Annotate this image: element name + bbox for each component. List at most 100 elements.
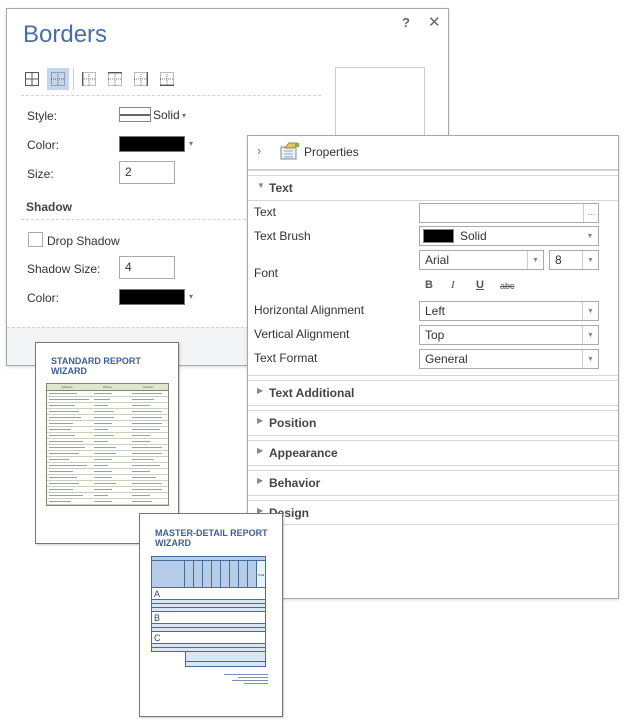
preset-separator — [73, 68, 74, 90]
bold-button[interactable]: B — [425, 279, 433, 291]
report-title-line: WIZARD — [51, 366, 87, 376]
category-label: Text — [269, 181, 293, 195]
color-label: Color: — [27, 138, 60, 152]
header-cell — [152, 561, 185, 587]
table-header: Total — [151, 560, 266, 588]
shadow-color-picker[interactable] — [119, 289, 185, 305]
shadow-color-dropdown-icon[interactable]: ▾ — [189, 292, 193, 301]
header-cell — [194, 561, 203, 587]
collapsed-arrow-icon: ▶ — [257, 416, 264, 425]
divider — [21, 219, 261, 220]
divider — [21, 95, 321, 96]
text-brush-select[interactable]: Solid ▼ — [419, 226, 599, 246]
dropdown-arrow-icon[interactable]: ▼ — [582, 227, 598, 245]
underline-button[interactable]: U — [476, 279, 484, 291]
header-cell — [248, 561, 257, 587]
shadow-size-label: Shadow Size: — [27, 262, 101, 276]
dropdown-arrow-icon[interactable]: ▼ — [582, 251, 598, 269]
master-detail-report-thumbnail[interactable]: MASTER-DETAIL REPORT WIZARD Total A B C — [139, 513, 283, 717]
color-picker[interactable] — [119, 136, 185, 152]
horizontal-alignment-select[interactable]: Left ▼ — [419, 301, 599, 321]
header-cell — [203, 561, 212, 587]
properties-header: › Properties — [248, 136, 618, 170]
bottom-border-button[interactable] — [156, 68, 178, 90]
total-header: Total — [257, 561, 265, 587]
font-size-value: 8 — [555, 253, 562, 267]
category-position[interactable]: ▶ Position — [248, 405, 618, 435]
drop-shadow-label[interactable]: Drop Shadow — [47, 234, 120, 248]
font-label: Font — [254, 266, 279, 280]
table-header: Address Phone Contact — [47, 384, 168, 391]
text-format-select[interactable]: General ▼ — [419, 349, 599, 369]
category-appearance[interactable]: ▶ Appearance — [248, 435, 618, 465]
dropdown-arrow-icon[interactable]: ▼ — [527, 251, 543, 269]
color-dropdown-icon[interactable]: ▾ — [189, 139, 193, 148]
font-size-select[interactable]: 8 ▼ — [549, 250, 599, 270]
category-label: Text Additional — [269, 386, 355, 400]
text-brush-value: Solid — [460, 229, 487, 243]
expand-icon[interactable]: › — [257, 143, 261, 158]
all-borders-button[interactable] — [21, 68, 43, 90]
font-name-value: Arial — [425, 253, 450, 267]
collapsed-arrow-icon: ▶ — [257, 476, 264, 485]
font-name-select[interactable]: Arial ▼ — [419, 250, 544, 270]
style-dropdown-icon[interactable]: ▾ — [182, 111, 186, 120]
properties-title: Properties — [304, 145, 359, 159]
vertical-alignment-select[interactable]: Top ▼ — [419, 325, 599, 345]
table-footer — [185, 652, 266, 662]
close-button[interactable]: ✕ — [428, 13, 441, 31]
column-header: Phone — [103, 385, 112, 389]
border-preview — [335, 67, 425, 139]
top-border-button[interactable] — [104, 68, 126, 90]
category-behavior[interactable]: ▶ Behavior — [248, 465, 618, 495]
category-text[interactable]: ▼ Text — [248, 170, 618, 200]
report-table: Total A B C — [151, 556, 266, 667]
divider — [248, 524, 618, 525]
text-format-label: Text Format — [254, 351, 318, 365]
right-border-icon — [134, 72, 148, 86]
category-design[interactable]: ▶ Design — [248, 495, 618, 525]
category-label: Behavior — [269, 476, 321, 490]
properties-panel: › Properties ▼ Text Text ... Text Brush … — [247, 135, 619, 599]
column-header: Address — [61, 385, 73, 389]
report-table: Address Phone Contact — [46, 383, 169, 506]
report-title-line: STANDARD REPORT — [51, 356, 141, 366]
dropdown-arrow-icon[interactable]: ▼ — [582, 326, 598, 344]
category-label: Appearance — [269, 446, 338, 460]
size-input[interactable]: 2 — [119, 161, 175, 184]
text-ellipsis-button[interactable]: ... — [583, 204, 599, 222]
style-value[interactable]: Solid — [153, 108, 180, 122]
no-borders-button[interactable] — [47, 68, 69, 90]
category-label: Position — [269, 416, 317, 430]
dropdown-arrow-icon[interactable]: ▼ — [582, 302, 598, 320]
left-border-icon — [82, 72, 96, 86]
dropdown-arrow-icon[interactable]: ▼ — [582, 350, 598, 368]
column-header: Contact — [142, 385, 153, 389]
header-cell — [212, 561, 221, 587]
group-header: C — [151, 632, 266, 644]
strikeout-button[interactable]: abc — [500, 281, 515, 291]
divider — [248, 200, 618, 201]
report-notes — [224, 672, 268, 686]
header-cell — [221, 561, 230, 587]
size-label: Size: — [27, 167, 54, 181]
text-brush-label: Text Brush — [254, 229, 311, 243]
report-title-line: MASTER-DETAIL REPORT — [155, 528, 268, 538]
help-button[interactable]: ? — [402, 15, 410, 30]
shadow-size-input[interactable]: 4 — [119, 256, 175, 279]
style-picker[interactable] — [119, 107, 151, 122]
right-border-button[interactable] — [130, 68, 152, 90]
dialog-title: Borders — [23, 21, 108, 48]
drop-shadow-checkbox[interactable] — [28, 232, 43, 247]
style-label: Style: — [27, 109, 58, 123]
category-text-additional[interactable]: ▶ Text Additional — [248, 375, 618, 405]
collapsed-arrow-icon: ▶ — [257, 446, 264, 455]
left-border-button[interactable] — [78, 68, 100, 90]
collapsed-arrow-icon: ▶ — [257, 386, 264, 395]
group-header: A — [151, 588, 266, 600]
text-input[interactable] — [419, 203, 599, 223]
header-cell — [230, 561, 239, 587]
table-body — [47, 391, 168, 505]
italic-button[interactable]: I — [451, 279, 455, 291]
header-cell — [239, 561, 248, 587]
